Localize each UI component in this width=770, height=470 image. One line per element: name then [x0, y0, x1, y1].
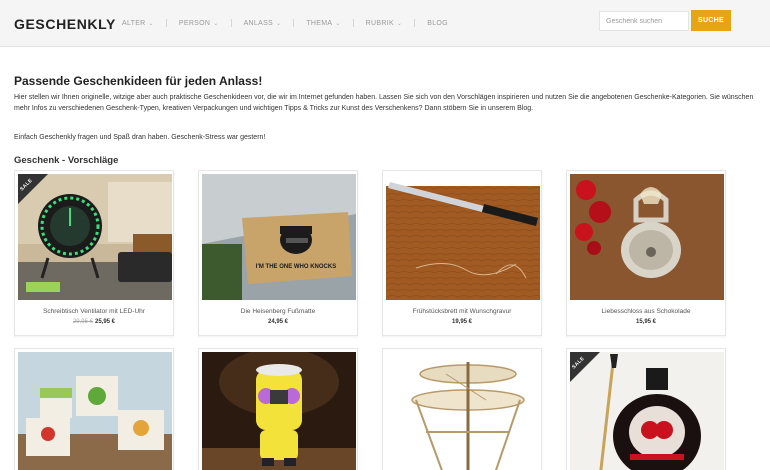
product-card[interactable]: SALE — [566, 348, 726, 470]
nav-separator — [414, 19, 416, 27]
product-card[interactable]: Frühstücksbrett mit Wunschgravur 19,95 € — [382, 170, 542, 336]
site-logo[interactable]: GESCHENKLY — [14, 16, 116, 32]
sale-badge-label: SALE — [19, 177, 34, 193]
main-nav: ALTER ⌄ PERSON ⌄ ANLASS ⌄ THEMA ⌄ RUBRIK ⌄ BL… — [122, 19, 448, 27]
nav-separator — [293, 19, 295, 27]
product-image-hazmat-figure[interactable] — [202, 352, 356, 470]
product-title[interactable]: Schreibtisch Ventilator mit LED-Uhr — [15, 308, 173, 315]
nav-item-blog[interactable]: BLOG — [427, 20, 448, 27]
product-image-wooden-model[interactable] — [386, 352, 540, 470]
product-card[interactable]: I'M THE ONE WHO KNOCKS Die Heisenberg Fu… — [198, 170, 358, 336]
nav-label: ANLASS — [243, 19, 274, 27]
nav-label: THEMA — [306, 19, 333, 27]
product-price: 19,95 € — [451, 319, 473, 325]
doormat-text: I'M THE ONE WHO KNOCKS — [256, 264, 336, 270]
chevron-down-icon: ⌄ — [213, 20, 219, 27]
nav-item-person[interactable]: PERSON ⌄ — [179, 20, 219, 27]
nav-label: ALTER — [122, 19, 146, 27]
chevron-down-icon: ⌄ — [335, 20, 341, 27]
price-row: 29,95 €25,95 € — [15, 319, 173, 325]
chevron-down-icon: ⌄ — [148, 20, 154, 27]
price-row: 19,95 € — [383, 319, 541, 325]
product-title[interactable]: Liebesschloss aus Schokolade — [567, 308, 725, 315]
old-price: 29,95 € — [72, 319, 93, 325]
nav-item-thema[interactable]: THEMA ⌄ — [306, 20, 340, 27]
chevron-down-icon: ⌄ — [276, 20, 282, 27]
search-input[interactable] — [599, 11, 689, 31]
product-card[interactable]: SALE Schreibtisch Ventilator mit LED-Uhr… — [14, 170, 174, 336]
product-title[interactable]: Die Heisenberg Fußmatte — [199, 308, 357, 315]
nav-label: PERSON — [178, 19, 211, 27]
product-card[interactable] — [382, 348, 542, 470]
product-card[interactable] — [198, 348, 358, 470]
nav-item-anlass[interactable]: ANLASS ⌄ — [244, 20, 282, 27]
nav-label: BLOG — [427, 19, 448, 27]
product-image-heisenberg-doormat[interactable]: I'M THE ONE WHO KNOCKS — [202, 174, 356, 300]
product-price: 24,95 € — [267, 319, 289, 325]
product-card[interactable] — [14, 348, 174, 470]
sale-badge: SALE — [570, 352, 600, 382]
nav-label: RUBRIK — [365, 19, 394, 27]
product-card[interactable]: Liebesschloss aus Schokolade 15,95 € — [566, 170, 726, 336]
suggestions-heading: Geschenk - Vorschläge — [14, 155, 119, 166]
product-image-chocolate-lock[interactable] — [570, 174, 724, 300]
price-row: 24,95 € — [199, 319, 357, 325]
nav-separator — [230, 19, 232, 27]
sale-badge: SALE — [18, 174, 48, 204]
chevron-down-icon: ⌄ — [396, 20, 403, 27]
price-row: 15,95 € — [567, 319, 725, 325]
nav-item-rubrik[interactable]: RUBRIK ⌄ — [366, 20, 403, 27]
sale-badge-label: SALE — [571, 355, 586, 371]
product-image-plant-boxes[interactable] — [18, 352, 172, 470]
product-image-breakfast-board[interactable] — [386, 174, 540, 300]
intro-paragraph-2: Einfach Geschenkly fragen und Spaß dran … — [14, 134, 266, 141]
search-button[interactable]: SUCHE — [691, 10, 731, 31]
intro-paragraph: Hier stellen wir Ihnen originelle, witzi… — [14, 94, 754, 112]
product-price: 15,95 € — [635, 319, 657, 325]
product-price: 25,95 € — [95, 319, 116, 325]
product-title[interactable]: Frühstücksbrett mit Wunschgravur — [383, 308, 541, 315]
page-title: Passende Geschenkideen für jeden Anlass! — [14, 74, 263, 88]
nav-item-alter[interactable]: ALTER ⌄ — [122, 20, 154, 27]
nav-separator — [165, 19, 167, 27]
header-divider — [0, 46, 770, 47]
nav-separator — [352, 19, 354, 27]
